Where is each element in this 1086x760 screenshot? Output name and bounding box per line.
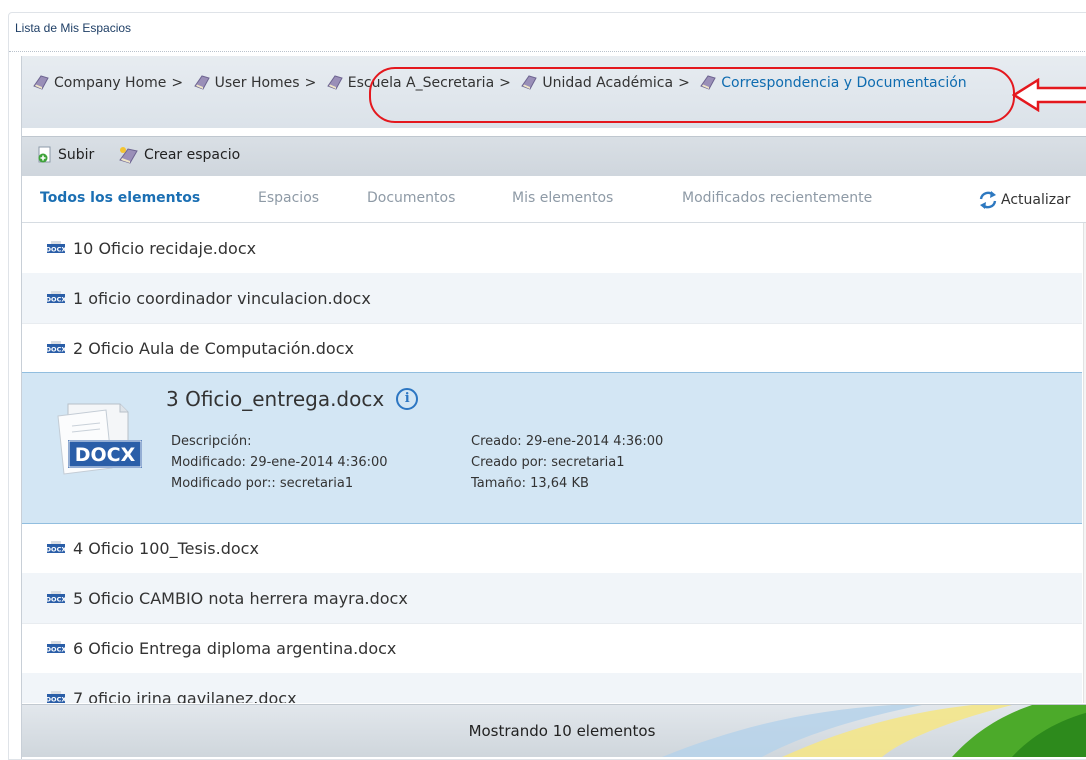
breadcrumb: Company Home > User Homes > Escuela A_Se…	[22, 56, 1086, 128]
list-item[interactable]: DOCX 1 oficio coordinador vinculacion.do…	[22, 273, 1082, 324]
file-meta-right: Creado: 29-ene-2014 4:36:00 Creado por: …	[471, 431, 663, 494]
breadcrumb-item-company-home[interactable]: Company Home	[32, 72, 166, 95]
tab-spaces[interactable]: Espacios	[258, 190, 319, 206]
tab-all-items[interactable]: Todos los elementos	[40, 190, 200, 206]
footer-bar: Mostrando 10 elementos	[22, 704, 1086, 757]
book-icon	[193, 75, 210, 90]
docx-icon: DOCX	[47, 641, 65, 654]
svg-text:DOCX: DOCX	[75, 444, 136, 466]
list-item[interactable]: DOCX 7 oficio irina gavilanez.docx	[22, 673, 1082, 703]
svg-text:DOCX: DOCX	[47, 346, 65, 354]
items-count-status: Mostrando 10 elementos	[468, 722, 656, 740]
svg-text:DOCX: DOCX	[47, 596, 65, 604]
list-item[interactable]: DOCX 2 Oficio Aula de Computación.docx	[22, 323, 1082, 374]
refresh-button[interactable]: Actualizar	[977, 190, 1070, 210]
docx-icon: DOCX	[47, 591, 65, 604]
description-label: Descripción:	[171, 434, 252, 449]
tab-documents[interactable]: Documentos	[367, 190, 455, 206]
divider	[9, 51, 1086, 52]
file-list: DOCX 10 Oficio recidaje.docx DOCX 1 ofic…	[22, 223, 1082, 703]
info-icon[interactable]: i	[396, 388, 419, 410]
tab-my-items[interactable]: Mis elementos	[512, 190, 613, 206]
docx-icon: DOCX	[47, 541, 65, 554]
created-label: Creado: 29-ene-2014 4:36:00	[471, 434, 664, 449]
filter-tabs: Todos los elementos Espacios Documentos …	[22, 176, 1086, 223]
browser: Company Home > User Homes > Escuela A_Se…	[21, 56, 1086, 759]
spaces-panel: Lista de Mis Espacios Company Home > Use…	[8, 12, 1086, 760]
create-space-icon	[119, 147, 138, 164]
tab-recently-modified[interactable]: Modificados recientemente	[682, 190, 872, 206]
size-label: Tamaño: 13,64 KB	[471, 476, 589, 491]
docx-icon: DOCX	[47, 241, 65, 254]
upload-button[interactable]: Subir	[36, 146, 94, 164]
svg-text:DOCX: DOCX	[47, 646, 65, 654]
docx-icon: DOCX	[47, 691, 65, 703]
modified-by-label: Modificado por:: secretaria1	[171, 476, 354, 491]
breadcrumb-separator: >	[171, 75, 184, 91]
book-icon	[33, 75, 49, 90]
panel-title: Lista de Mis Espacios	[15, 21, 132, 35]
docx-icon: DOCX	[47, 341, 65, 354]
list-item-expanded[interactable]: DOCX 3 Oficio_entrega.docx i Descripción…	[22, 372, 1082, 524]
list-item[interactable]: DOCX 5 Oficio CAMBIO nota herrera mayra.…	[22, 573, 1082, 624]
modified-label: Modificado: 29-ene-2014 4:36:00	[171, 455, 388, 470]
svg-text:DOCX: DOCX	[47, 296, 65, 304]
list-item[interactable]: DOCX 6 Oficio Entrega diploma argentina.…	[22, 623, 1082, 674]
upload-icon	[38, 146, 51, 163]
breadcrumb-separator: >	[304, 75, 317, 91]
svg-text:DOCX: DOCX	[47, 546, 65, 554]
book-icon	[327, 75, 343, 90]
svg-text:DOCX: DOCX	[47, 246, 65, 254]
list-item[interactable]: DOCX 10 Oficio recidaje.docx	[22, 223, 1082, 274]
docx-large-icon: DOCX	[57, 403, 142, 475]
red-arrow-icon	[1012, 78, 1086, 112]
file-meta-left: Descripción: Modificado: 29-ene-2014 4:3…	[171, 431, 388, 494]
create-space-button[interactable]: Crear espacio	[118, 146, 240, 164]
list-item[interactable]: DOCX 4 Oficio 100_Tesis.docx	[22, 523, 1082, 574]
refresh-icon	[979, 191, 997, 209]
toolbar: Subir Crear espacio	[22, 136, 1086, 176]
docx-icon: DOCX	[47, 291, 65, 304]
expanded-file-name[interactable]: 3 Oficio_entrega.docx i	[166, 387, 419, 411]
breadcrumb-item-user-homes[interactable]: User Homes	[193, 72, 300, 95]
breadcrumb-highlight-oval	[369, 67, 1015, 123]
created-by-label: Creado por: secretaria1	[471, 455, 625, 470]
svg-text:DOCX: DOCX	[47, 696, 65, 704]
